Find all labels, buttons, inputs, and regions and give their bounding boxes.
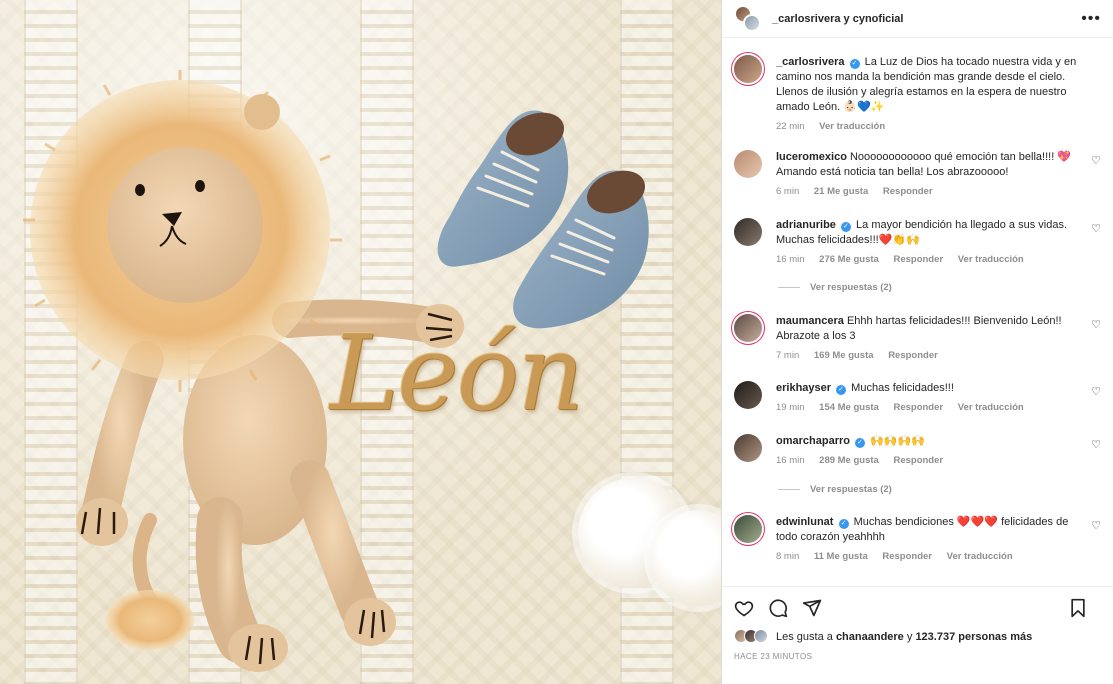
avatar[interactable] [734, 314, 762, 342]
verified-icon: ✓ [855, 438, 866, 448]
username-link[interactable]: erikhayser [776, 382, 831, 394]
translate-link[interactable]: Ver traducción [947, 551, 1013, 562]
caption: _carlosrivera ✓ La Luz de Dios ha tocado… [734, 55, 1101, 134]
translate-link[interactable]: Ver traducción [958, 402, 1024, 413]
baby-shoes [437, 110, 649, 329]
more-icon[interactable]: ••• [1081, 10, 1101, 28]
comment-text: 🙌🙌🙌🙌 [870, 435, 925, 447]
comment: erikhayser ✓ Muchas felicidades!!! 19 mi… [734, 381, 1101, 415]
heart-icon[interactable]: ♡ [1091, 385, 1101, 398]
like-count[interactable]: 169 Me gusta [814, 350, 874, 361]
share-icon[interactable] [802, 598, 822, 618]
translate-link[interactable]: Ver traducción [958, 254, 1024, 265]
like-count[interactable]: 11 Me gusta [814, 551, 868, 562]
translate-link[interactable]: Ver traducción [819, 121, 885, 132]
like-count[interactable]: 276 Me gusta [819, 254, 879, 265]
avatar[interactable] [734, 515, 762, 543]
username-link[interactable]: adrianuribe [776, 219, 836, 231]
comment-text: Muchas felicidades!!! [851, 382, 954, 394]
heart-icon[interactable] [734, 598, 754, 618]
comment-icon[interactable] [768, 598, 788, 618]
reply-button[interactable]: Responder [883, 186, 933, 197]
replies-divider [778, 286, 800, 288]
timestamp[interactable]: 6 min [776, 186, 799, 197]
replies-divider [778, 488, 800, 490]
username-link[interactable]: maumancera [776, 315, 844, 327]
reply-button[interactable]: Responder [882, 551, 932, 562]
avatar [754, 629, 768, 643]
view-replies-button[interactable]: Ver respuestas (2) [778, 484, 892, 495]
like-count[interactable]: 289 Me gusta [819, 455, 879, 466]
heart-icon[interactable]: ♡ [1091, 154, 1101, 167]
verified-icon: ✓ [838, 519, 849, 529]
timestamp[interactable]: 22 min [776, 121, 805, 132]
avatar[interactable] [734, 381, 762, 409]
timestamp[interactable]: 7 min [776, 350, 799, 361]
like-count[interactable]: 21 Me gusta [814, 186, 868, 197]
reply-button[interactable]: Responder [888, 350, 938, 361]
username-link[interactable]: omarchaparro [776, 435, 850, 447]
post-photo[interactable]: León [0, 0, 721, 684]
reply-button[interactable]: Responder [893, 402, 943, 413]
heart-icon[interactable]: ♡ [1091, 318, 1101, 331]
timestamp[interactable]: 8 min [776, 551, 799, 562]
heart-icon[interactable]: ♡ [1091, 438, 1101, 451]
liker-username[interactable]: chanaandere [836, 631, 904, 643]
liker-avatars [734, 629, 770, 645]
timestamp[interactable]: 16 min [776, 455, 805, 466]
avatar [743, 13, 761, 32]
avatar[interactable] [734, 55, 762, 83]
view-replies-label[interactable]: Ver respuestas (2) [810, 282, 892, 293]
like-count[interactable]: 154 Me gusta [819, 402, 879, 413]
comment: edwinlunat ✓ Muchas bendiciones ❤️❤️❤️ f… [734, 515, 1101, 564]
bookmark-icon[interactable] [1069, 598, 1087, 618]
reply-button[interactable]: Responder [893, 254, 943, 265]
embroidered-name: León [330, 312, 584, 434]
view-replies-button[interactable]: Ver respuestas (2) [778, 282, 892, 293]
likes-mid: y [903, 631, 916, 643]
reply-button[interactable]: Responder [893, 455, 943, 466]
collab-avatars[interactable] [734, 4, 762, 33]
likes-summary[interactable]: Les gusta a chanaandere y 123.737 person… [734, 629, 1101, 645]
likes-count[interactable]: 123.737 personas más [915, 631, 1032, 643]
timestamp[interactable]: 16 min [776, 254, 805, 265]
comment: adrianuribe ✓ La mayor bendición ha lleg… [734, 218, 1101, 267]
username-link[interactable]: luceromexico [776, 151, 847, 163]
post-header: _carlosrivera y cynoficial ••• [722, 0, 1113, 38]
avatar[interactable] [734, 150, 762, 178]
heart-icon[interactable]: ♡ [1091, 519, 1101, 532]
post-sidebar: _carlosrivera y cynoficial ••• _carlosri… [721, 0, 1113, 684]
comment: maumancera Ehhh hartas felicidades!!! Bi… [734, 314, 1101, 363]
post-actions: Les gusta a chanaandere y 123.737 person… [722, 586, 1113, 684]
comments-list[interactable]: _carlosrivera ✓ La Luz de Dios ha tocado… [722, 39, 1113, 585]
avatar[interactable] [734, 434, 762, 462]
likes-prefix: Les gusta a [776, 631, 836, 643]
avatar[interactable] [734, 218, 762, 246]
posted-ago[interactable]: HACE 23 MINUTOS [734, 652, 1101, 661]
username-link[interactable]: _carlosrivera [776, 56, 845, 68]
verified-icon: ✓ [849, 59, 860, 69]
verified-icon: ✓ [836, 385, 847, 395]
comment: omarchaparro ✓ 🙌🙌🙌🙌 16 min 289 Me gusta … [734, 434, 1101, 468]
comment: luceromexico Noooooooooooo qué emoción t… [734, 150, 1101, 199]
timestamp[interactable]: 19 min [776, 402, 805, 413]
verified-icon: ✓ [840, 222, 851, 232]
heart-icon[interactable]: ♡ [1091, 222, 1101, 235]
username-link[interactable]: edwinlunat [776, 516, 833, 528]
post-authors[interactable]: _carlosrivera y cynoficial [772, 13, 1081, 25]
view-replies-label[interactable]: Ver respuestas (2) [810, 484, 892, 495]
